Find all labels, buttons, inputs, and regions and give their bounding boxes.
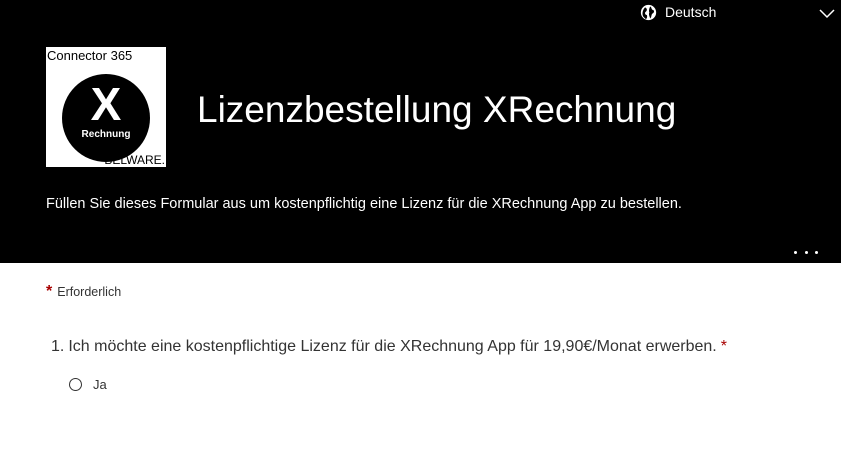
logo: Connector 365 X Rechnung BELWARE. bbox=[46, 47, 166, 167]
form-header: Deutsch Connector 365 X Rechnung BELWARE… bbox=[0, 0, 841, 263]
form-description: Füllen Sie dieses Formular aus um kosten… bbox=[46, 196, 682, 212]
option-ja[interactable]: Ja bbox=[69, 377, 107, 392]
required-note: * Erforderlich bbox=[46, 283, 121, 301]
more-options-icon[interactable] bbox=[794, 246, 818, 258]
option-label: Ja bbox=[93, 377, 107, 392]
question-number: 1. bbox=[51, 338, 65, 355]
more-dot bbox=[815, 250, 818, 254]
logo-mark: X bbox=[90, 78, 122, 130]
chevron-down-icon[interactable] bbox=[818, 6, 836, 20]
required-note-label: Erforderlich bbox=[57, 285, 122, 299]
more-dot bbox=[804, 250, 808, 254]
question-1: 1. Ich möchte eine kostenpflichtige Lizen… bbox=[51, 336, 727, 358]
more-dot bbox=[794, 250, 797, 254]
required-star: * bbox=[46, 283, 53, 300]
globe-icon bbox=[640, 4, 657, 20]
radio-button[interactable] bbox=[69, 378, 82, 391]
logo-circle: X Rechnung bbox=[62, 74, 150, 162]
language-label: Deutsch bbox=[665, 4, 717, 20]
language-selector[interactable]: Deutsch bbox=[640, 3, 716, 21]
question-required-star: * bbox=[720, 338, 727, 355]
page-title: Lizenzbestellung XRechnung bbox=[197, 89, 677, 130]
question-text: Ich möchte eine kostenpflichtige Lizenz … bbox=[68, 338, 717, 355]
logo-bottom-text: BELWARE. bbox=[104, 153, 165, 167]
logo-sub-text: Rechnung bbox=[81, 129, 131, 140]
logo-top-text: Connector 365 bbox=[47, 48, 133, 63]
